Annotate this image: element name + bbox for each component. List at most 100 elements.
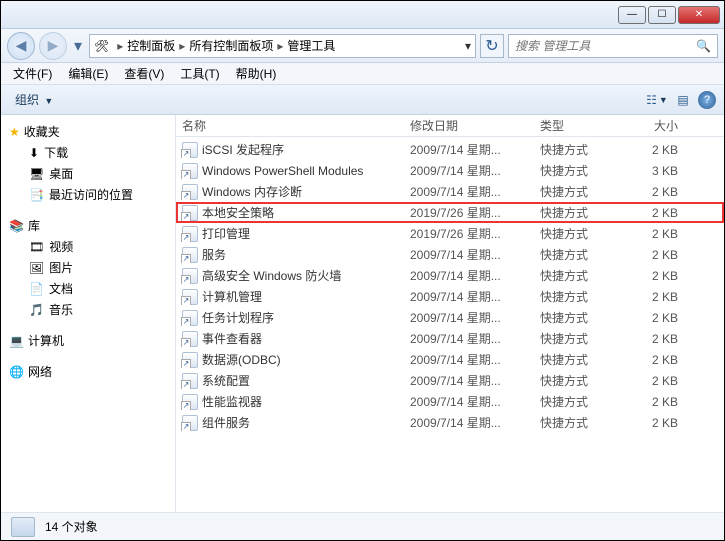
cell-type: 快捷方式: [534, 414, 624, 431]
maximize-button[interactable]: ☐: [648, 6, 676, 24]
status-icon: [11, 517, 35, 537]
libraries-group: 📚库 🎞视频 🖼图片 📄文档 🎵音乐: [1, 215, 175, 320]
search-icon[interactable]: 🔍: [696, 39, 711, 53]
shortcut-icon: [182, 373, 198, 389]
cell-size: 2 KB: [624, 290, 684, 304]
column-type[interactable]: 类型: [534, 117, 624, 134]
organize-button[interactable]: 组织 ▼: [9, 89, 59, 110]
table-row[interactable]: 打印管理2019/7/26 星期...快捷方式2 KB: [176, 223, 724, 244]
sidebar-item-desktop[interactable]: 🖥桌面: [1, 163, 175, 184]
cell-type: 快捷方式: [534, 372, 624, 389]
menu-edit[interactable]: 编辑(E): [60, 63, 116, 84]
table-row[interactable]: 任务计划程序2009/7/14 星期...快捷方式2 KB: [176, 307, 724, 328]
search-box[interactable]: 🔍: [508, 34, 718, 58]
folder-icon: 🛠: [94, 39, 109, 53]
cell-type: 快捷方式: [534, 246, 624, 263]
file-name: 性能监视器: [202, 393, 262, 410]
table-row[interactable]: 性能监视器2009/7/14 星期...快捷方式2 KB: [176, 391, 724, 412]
minimize-button[interactable]: —: [618, 6, 646, 24]
sidebar-item-label: 文档: [49, 280, 73, 297]
table-row[interactable]: 高级安全 Windows 防火墙2009/7/14 星期...快捷方式2 KB: [176, 265, 724, 286]
table-row[interactable]: 服务2009/7/14 星期...快捷方式2 KB: [176, 244, 724, 265]
sidebar-item-downloads[interactable]: ⬇下载: [1, 142, 175, 163]
file-name: Windows 内存诊断: [202, 183, 302, 200]
shortcut-icon: [182, 352, 198, 368]
breadcrumb-0[interactable]: 控制面板: [127, 37, 175, 54]
close-button[interactable]: ✕: [678, 6, 720, 24]
history-dropdown[interactable]: ▾: [71, 36, 85, 56]
favorites-header[interactable]: ★收藏夹: [1, 121, 175, 142]
view-mode-button[interactable]: ☷ ▼: [646, 90, 668, 110]
sidebar-item-recent[interactable]: 📑最近访问的位置: [1, 184, 175, 205]
table-row[interactable]: 计算机管理2009/7/14 星期...快捷方式2 KB: [176, 286, 724, 307]
back-button[interactable]: ◀: [7, 32, 35, 60]
file-name: 任务计划程序: [202, 309, 274, 326]
menu-help[interactable]: 帮助(H): [228, 63, 285, 84]
cell-type: 快捷方式: [534, 141, 624, 158]
column-size[interactable]: 大小: [624, 117, 684, 134]
content: ★收藏夹 ⬇下载 🖥桌面 📑最近访问的位置 📚库 🎞视频 🖼图片 📄文档 🎵音乐…: [1, 115, 724, 512]
search-input[interactable]: [515, 39, 696, 53]
sidebar-item-pictures[interactable]: 🖼图片: [1, 257, 175, 278]
table-row[interactable]: iSCSI 发起程序2009/7/14 星期...快捷方式2 KB: [176, 139, 724, 160]
cell-type: 快捷方式: [534, 183, 624, 200]
cell-name: 打印管理: [176, 225, 404, 242]
forward-button[interactable]: ▶: [39, 32, 67, 60]
breadcrumb-1[interactable]: 所有控制面板项: [189, 37, 273, 54]
chevron-right-icon: ▸: [179, 39, 185, 53]
favorites-group: ★收藏夹 ⬇下载 🖥桌面 📑最近访问的位置: [1, 121, 175, 205]
address-bar[interactable]: 🛠 ▸ 控制面板 ▸ 所有控制面板项 ▸ 管理工具 ▾: [89, 34, 476, 58]
table-row[interactable]: 组件服务2009/7/14 星期...快捷方式2 KB: [176, 412, 724, 433]
menu-view[interactable]: 查看(V): [116, 63, 172, 84]
sidebar-item-music[interactable]: 🎵音乐: [1, 299, 175, 320]
statusbar: 14 个对象: [1, 512, 724, 540]
shortcut-icon: [182, 394, 198, 410]
shortcut-icon: [182, 268, 198, 284]
cell-name: 高级安全 Windows 防火墙: [176, 267, 404, 284]
computer-header[interactable]: 💻计算机: [1, 330, 175, 351]
cell-name: 组件服务: [176, 414, 404, 431]
toolbar-right: ☷ ▼ ▤ ?: [646, 90, 716, 110]
cell-type: 快捷方式: [534, 267, 624, 284]
cell-type: 快捷方式: [534, 330, 624, 347]
table-row[interactable]: Windows 内存诊断2009/7/14 星期...快捷方式2 KB: [176, 181, 724, 202]
cell-size: 2 KB: [624, 353, 684, 367]
cell-size: 2 KB: [624, 269, 684, 283]
cell-date: 2019/7/26 星期...: [404, 204, 534, 221]
sidebar-item-documents[interactable]: 📄文档: [1, 278, 175, 299]
table-row[interactable]: 本地安全策略2019/7/26 星期...快捷方式2 KB: [176, 202, 724, 223]
table-row[interactable]: 系统配置2009/7/14 星期...快捷方式2 KB: [176, 370, 724, 391]
file-name: 组件服务: [202, 414, 250, 431]
menu-tools[interactable]: 工具(T): [172, 63, 227, 84]
cell-size: 2 KB: [624, 248, 684, 262]
menu-file[interactable]: 文件(F): [5, 63, 60, 84]
preview-pane-button[interactable]: ▤: [672, 90, 694, 110]
file-name: Windows PowerShell Modules: [202, 164, 363, 178]
cell-date: 2019/7/26 星期...: [404, 225, 534, 242]
cell-date: 2009/7/14 星期...: [404, 288, 534, 305]
address-dropdown[interactable]: ▾: [465, 39, 471, 53]
file-name: 服务: [202, 246, 226, 263]
column-name[interactable]: 名称: [176, 117, 404, 134]
sidebar-item-videos[interactable]: 🎞视频: [1, 236, 175, 257]
shortcut-icon: [182, 226, 198, 242]
table-row[interactable]: 数据源(ODBC)2009/7/14 星期...快捷方式2 KB: [176, 349, 724, 370]
shortcut-icon: [182, 415, 198, 431]
recent-icon: 📑: [29, 188, 44, 202]
cell-size: 2 KB: [624, 332, 684, 346]
table-row[interactable]: 事件查看器2009/7/14 星期...快捷方式2 KB: [176, 328, 724, 349]
cell-date: 2009/7/14 星期...: [404, 330, 534, 347]
network-header[interactable]: 🌐网络: [1, 361, 175, 382]
list-body: iSCSI 发起程序2009/7/14 星期...快捷方式2 KBWindows…: [176, 137, 724, 433]
help-button[interactable]: ?: [698, 91, 716, 109]
table-row[interactable]: Windows PowerShell Modules2009/7/14 星期..…: [176, 160, 724, 181]
cell-name: 事件查看器: [176, 330, 404, 347]
cell-size: 2 KB: [624, 374, 684, 388]
column-date[interactable]: 修改日期: [404, 117, 534, 134]
cell-size: 2 KB: [624, 416, 684, 430]
breadcrumb-2[interactable]: 管理工具: [287, 37, 335, 54]
libraries-header[interactable]: 📚库: [1, 215, 175, 236]
menubar: 文件(F) 编辑(E) 查看(V) 工具(T) 帮助(H): [1, 63, 724, 85]
refresh-button[interactable]: ↻: [480, 34, 504, 58]
file-name: 打印管理: [202, 225, 250, 242]
